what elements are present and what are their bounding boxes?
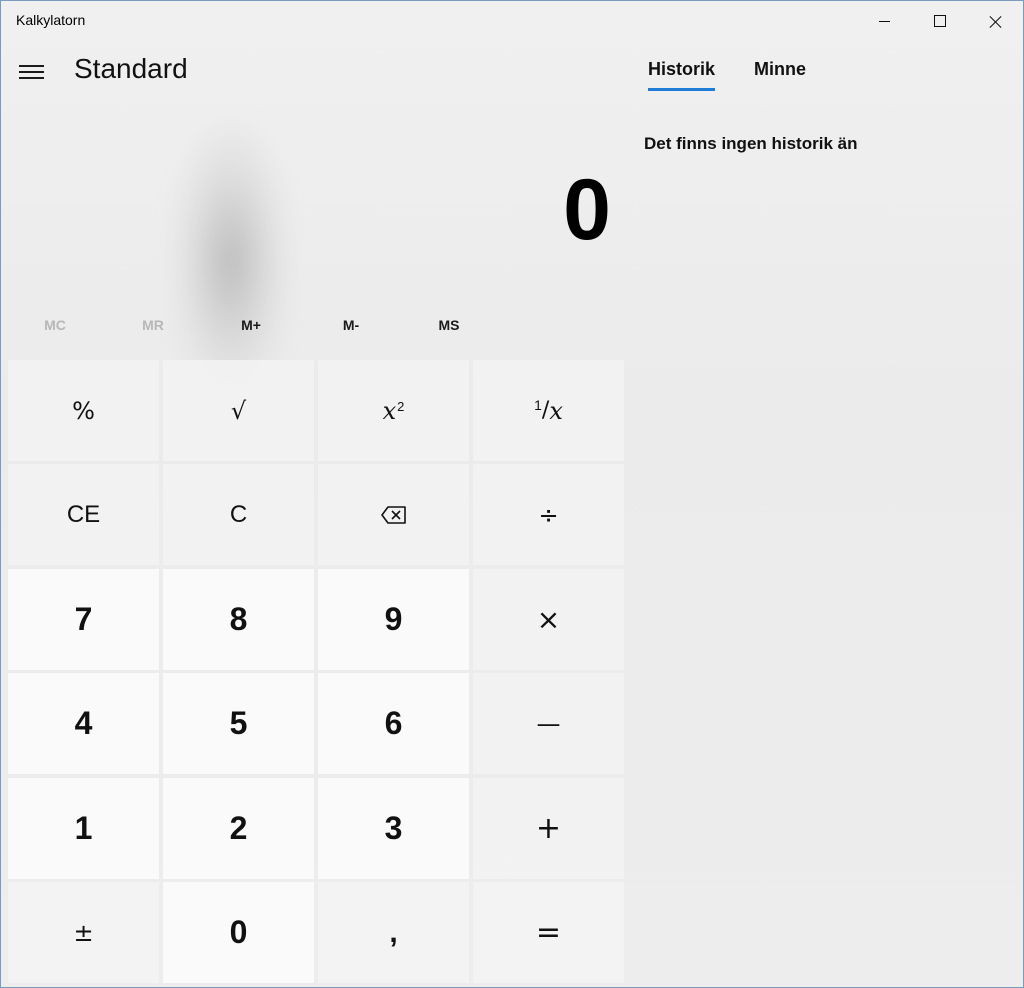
square-button[interactable]: x2 (318, 360, 469, 461)
subtract-button[interactable]: — (473, 673, 624, 774)
keypad: % √ x2 1/x CE C ÷ 7 8 9 × 4 5 6 — 1 2 3 … (8, 360, 624, 984)
digit-1-button[interactable]: 1 (8, 778, 159, 879)
background-blur (171, 121, 291, 401)
digit-6-label: 6 (384, 705, 403, 741)
digit-0-button[interactable]: 0 (163, 882, 314, 983)
digit-3-label: 3 (384, 810, 403, 846)
add-label: + (535, 811, 562, 846)
hamburger-icon-line (19, 71, 44, 73)
subtract-label: — (536, 709, 561, 738)
digit-8-button[interactable]: 8 (163, 569, 314, 670)
square-base-label: x (382, 396, 397, 425)
digit-2-button[interactable]: 2 (163, 778, 314, 879)
hamburger-icon-line (19, 65, 44, 67)
digit-2-label: 2 (229, 810, 248, 846)
digit-4-button[interactable]: 4 (8, 673, 159, 774)
clear-entry-button[interactable]: CE (8, 464, 159, 565)
hamburger-icon-line (19, 77, 44, 79)
reciprocal-numerator: 1 (534, 396, 542, 413)
square-exponent-label: 2 (397, 399, 405, 414)
tab-history[interactable]: Historik (648, 59, 715, 80)
clear-button[interactable]: C (163, 464, 314, 565)
digit-7-button[interactable]: 7 (8, 569, 159, 670)
clear-label: C (229, 500, 248, 528)
backspace-icon (380, 505, 406, 524)
app-title: Kalkylatorn (16, 12, 86, 28)
square-root-label: √ (230, 396, 247, 425)
decimal-button[interactable]: , (318, 882, 469, 983)
memory-add-button[interactable]: M+ (203, 307, 299, 343)
clear-entry-label: CE (66, 500, 101, 528)
maximize-button[interactable] (912, 1, 968, 41)
memory-clear-button[interactable]: MC (7, 307, 103, 343)
memory-recall-button[interactable]: MR (105, 307, 201, 343)
digit-1-label: 1 (74, 810, 93, 846)
title-bar[interactable]: Kalkylatorn (1, 1, 1023, 41)
memory-row: MC MR M+ M- MS (7, 307, 497, 343)
percent-button[interactable]: % (8, 360, 159, 461)
digit-3-button[interactable]: 3 (318, 778, 469, 879)
history-empty-message: Det finns ingen historik än (644, 134, 858, 153)
active-tab-indicator (648, 88, 715, 91)
close-button[interactable] (967, 1, 1023, 41)
square-root-button[interactable]: √ (163, 360, 314, 461)
digit-4-label: 4 (74, 705, 93, 741)
add-button[interactable]: + (473, 778, 624, 879)
equals-button[interactable]: = (473, 882, 624, 983)
multiply-button[interactable]: × (473, 569, 624, 670)
decimal-label: , (389, 915, 398, 949)
memory-store-button[interactable]: MS (401, 307, 497, 343)
negate-button[interactable]: ± (8, 882, 159, 983)
percent-label: % (72, 396, 95, 425)
digit-6-button[interactable]: 6 (318, 673, 469, 774)
digit-9-label: 9 (384, 601, 403, 637)
equals-label: = (535, 915, 562, 950)
memory-subtract-button[interactable]: M- (303, 307, 399, 343)
divide-label: ÷ (538, 500, 559, 529)
reciprocal-slash: / (541, 398, 550, 423)
digit-5-button[interactable]: 5 (163, 673, 314, 774)
mode-title: Standard (74, 53, 188, 84)
digit-8-label: 8 (229, 601, 248, 637)
multiply-label: × (536, 603, 561, 636)
reciprocal-button[interactable]: 1/x (473, 360, 624, 461)
digit-7-label: 7 (74, 601, 93, 637)
hamburger-menu-button[interactable] (19, 63, 45, 81)
divide-button[interactable]: ÷ (473, 464, 624, 565)
calculator-window: Kalkylatorn Standard 0 MC MR M+ M- MS % … (0, 0, 1024, 988)
close-icon (989, 15, 1002, 28)
backspace-button[interactable] (318, 464, 469, 565)
minimize-icon (878, 20, 890, 22)
digit-5-label: 5 (229, 705, 248, 741)
minimize-button[interactable] (856, 1, 912, 41)
maximize-icon (934, 15, 946, 27)
result-display: 0 (563, 162, 612, 258)
digit-9-button[interactable]: 9 (318, 569, 469, 670)
tab-memory[interactable]: Minne (754, 59, 806, 80)
digit-0-label: 0 (229, 914, 248, 950)
negate-label: ± (73, 918, 94, 947)
reciprocal-denominator: x (549, 396, 563, 425)
